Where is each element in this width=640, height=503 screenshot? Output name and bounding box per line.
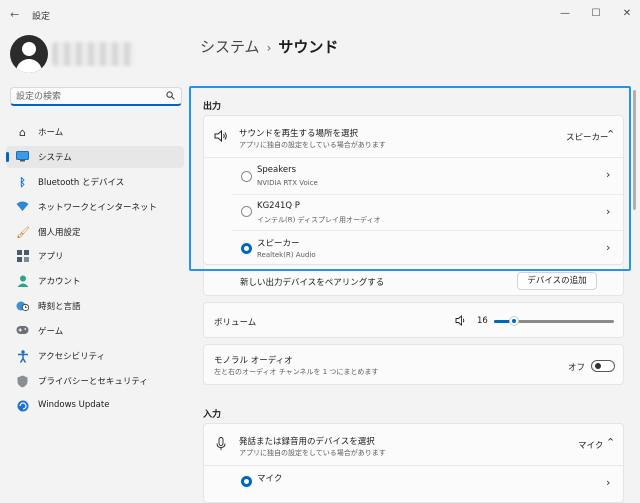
chevron-right-icon: ›: [606, 476, 611, 489]
sidebar-item-bluetooth[interactable]: ᛒ Bluetooth とデバイス: [6, 171, 184, 193]
sidebar-item-label: アカウント: [38, 277, 81, 287]
apps-icon: [16, 250, 29, 263]
bluetooth-icon: ᛒ: [19, 176, 26, 189]
input-chooser-value: マイク: [578, 441, 604, 451]
chevron-up-icon: ⌃: [606, 436, 616, 449]
sidebar-item-label: システム: [38, 153, 72, 163]
add-device-button[interactable]: デバイスの追加: [517, 272, 597, 290]
sidebar-item-label: Bluetooth とデバイス: [38, 178, 125, 188]
sidebar-item-privacy[interactable]: プライバシーとセキュリティ: [6, 370, 184, 392]
mono-audio-card: モノラル オーディオ 左と右のオーディオ チャンネルを 1 つにまとめます オフ: [203, 344, 624, 385]
input-device-name: マイク: [257, 474, 283, 484]
shield-icon: [16, 375, 29, 388]
input-device-row[interactable]: マイク ›: [204, 466, 623, 502]
back-arrow-icon[interactable]: ←: [10, 9, 22, 21]
sidebar-item-label: アプリ: [38, 252, 64, 262]
title-bar: ← 設定 — ☐ ✕: [0, 0, 640, 30]
update-icon: [16, 400, 29, 413]
sidebar-item-label: プライバシーとセキュリティ: [38, 377, 148, 387]
sidebar-item-apps[interactable]: アプリ: [6, 245, 184, 267]
page-title: サウンド: [278, 38, 339, 56]
sidebar-item-label: 時刻と言語: [38, 302, 81, 312]
microphone-icon: [216, 437, 226, 450]
search-icon: [166, 91, 175, 100]
close-button[interactable]: ✕: [617, 6, 637, 22]
breadcrumb-separator: ›: [266, 41, 272, 55]
sidebar-item-accounts[interactable]: アカウント: [6, 270, 184, 292]
account-icon: [16, 275, 29, 288]
volume-label: ボリューム: [214, 318, 257, 328]
main-scrollbar[interactable]: [633, 30, 636, 489]
breadcrumb: システム › サウンド: [200, 36, 338, 57]
highlight-frame: [189, 86, 631, 271]
input-chooser-subtitle: アプリに独自の設定をしている場合があります: [239, 449, 386, 457]
window-title: 設定: [32, 12, 51, 22]
selection-indicator: [6, 152, 9, 162]
sidebar-item-label: アクセシビリティ: [38, 352, 106, 362]
input-chooser-title: 発話または録音用のデバイスを選択: [239, 437, 375, 447]
scrollbar-thumb[interactable]: [633, 90, 636, 210]
sidebar-item-personalization[interactable]: 🖌 個人用設定: [6, 221, 184, 243]
sidebar-item-network[interactable]: ネットワークとインターネット: [6, 196, 184, 218]
sidebar-item-label: ネットワークとインターネット: [38, 203, 158, 213]
input-chooser-header[interactable]: 発話または録音用のデバイスを選択 アプリに独自の設定をしている場合があります マ…: [204, 424, 623, 465]
maximize-button[interactable]: ☐: [586, 6, 606, 22]
home-icon: ⌂: [19, 126, 26, 139]
search-input[interactable]: [16, 90, 156, 103]
mono-audio-subtitle: 左と右のオーディオ チャンネルを 1 つにまとめます: [214, 368, 379, 376]
user-name-blurred: [52, 42, 134, 66]
mono-audio-toggle[interactable]: [591, 360, 615, 372]
volume-value: 16: [477, 316, 488, 326]
mono-audio-title: モノラル オーディオ: [214, 356, 293, 366]
sidebar-item-label: ゲーム: [38, 327, 64, 337]
sidebar-item-label: Windows Update: [38, 400, 110, 410]
sidebar-item-gaming[interactable]: ゲーム: [6, 320, 184, 342]
wifi-icon: [16, 201, 29, 214]
sidebar-item-system[interactable]: システム: [6, 146, 184, 168]
sidebar-item-label: 個人用設定: [38, 228, 81, 238]
volume-icon[interactable]: [455, 315, 467, 326]
sidebar-item-windows-update[interactable]: Windows Update: [6, 395, 184, 417]
gamepad-icon: [16, 325, 29, 338]
sidebar-item-label: ホーム: [38, 128, 64, 138]
mono-audio-state: オフ: [568, 363, 586, 373]
volume-slider-thumb[interactable]: [509, 316, 519, 326]
globe-clock-icon: [16, 300, 30, 313]
system-icon: [16, 151, 29, 164]
input-device-card: 発話または録音用のデバイスを選択 アプリに独自の設定をしている場合があります マ…: [203, 423, 624, 503]
breadcrumb-parent[interactable]: システム: [200, 38, 260, 56]
sidebar-item-time-language[interactable]: 時刻と言語: [6, 295, 184, 317]
volume-card: ボリューム 16: [203, 302, 624, 338]
minimize-button[interactable]: —: [555, 6, 575, 22]
accessibility-icon: [16, 350, 29, 363]
input-device-radio-selected[interactable]: [241, 476, 252, 487]
avatar[interactable]: [10, 35, 48, 73]
brush-icon: 🖌: [16, 226, 30, 239]
sidebar-item-accessibility[interactable]: アクセシビリティ: [6, 345, 184, 367]
input-heading: 入力: [203, 410, 222, 420]
pair-device-label: 新しい出力デバイスをペアリングする: [240, 278, 385, 288]
search-box[interactable]: [10, 87, 182, 106]
sidebar-item-home[interactable]: ⌂ ホーム: [6, 121, 184, 143]
